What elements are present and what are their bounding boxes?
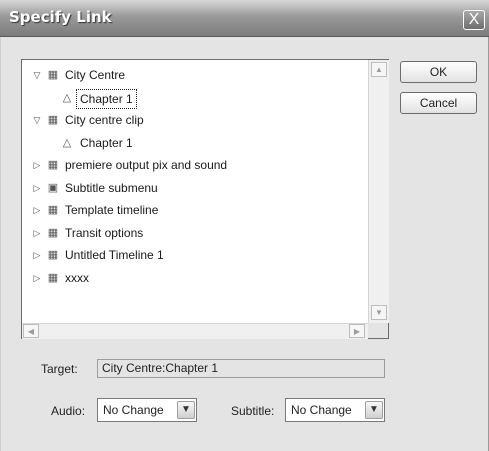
tree-item[interactable]: ▷ ▦ xxxx [22,268,362,288]
collapsed-triangle-icon[interactable]: ▷ [32,160,42,170]
audio-dropdown[interactable]: No Change ▼ [97,398,197,422]
tree-item[interactable]: ▽ ▦ City centre clip [22,110,362,130]
ok-button[interactable]: OK [400,61,477,83]
chapter-marker-icon: △ [62,136,72,149]
tree-child-item[interactable]: △ Chapter 1 [22,133,362,153]
tree-item[interactable]: ▷ ▦ Template timeline [22,200,362,220]
target-label: Target: [41,362,78,376]
tree-item[interactable]: ▷ ▦ Untitled Timeline 1 [22,245,362,265]
timeline-icon: ▦ [47,114,59,126]
collapsed-triangle-icon[interactable]: ▷ [32,183,42,193]
timeline-icon: ▦ [47,204,59,216]
scroll-down-arrow-icon[interactable]: ▼ [371,305,387,320]
timeline-icon: ▦ [47,69,59,81]
expanded-triangle-icon[interactable]: ▽ [32,70,42,80]
tree-item-label: Template timeline [65,203,159,217]
horizontal-scrollbar[interactable]: ◀ ▶ [22,323,368,339]
tree-item[interactable]: ▷ ▣ Subtitle submenu [22,178,362,198]
close-button[interactable]: X [463,10,485,30]
collapsed-triangle-icon[interactable]: ▷ [32,250,42,260]
tree-item-label: Chapter 1 [76,88,137,109]
tree-item-label: xxxx [65,270,89,285]
subtitle-dropdown[interactable]: No Change ▼ [285,398,385,422]
timeline-icon: ▦ [47,271,59,284]
tree-child-item[interactable]: △ Chapter 1 [22,88,362,109]
collapsed-triangle-icon[interactable]: ▷ [32,228,42,238]
target-field: City Centre:Chapter 1 [97,359,385,378]
tree-item-label: City centre clip [65,113,144,127]
tree-item-label: premiere output pix and sound [65,158,228,172]
chevron-down-icon[interactable]: ▼ [365,401,383,419]
collapsed-triangle-icon[interactable]: ▷ [32,205,42,215]
timeline-icon: ▦ [47,249,59,261]
cancel-button[interactable]: Cancel [400,92,477,114]
tree-item-label: Chapter 1 [80,135,133,150]
scroll-up-arrow-icon[interactable]: ▲ [371,62,387,77]
scroll-left-arrow-icon[interactable]: ◀ [23,324,39,338]
subtitle-dropdown-value: No Change [291,403,352,417]
audio-label: Audio: [51,404,86,418]
scrollbar-corner [368,323,388,338]
expanded-triangle-icon[interactable]: ▽ [32,115,42,125]
tree-item-label: Transit options [65,225,144,240]
title-bar: Specify Link X [0,0,489,37]
chevron-down-icon[interactable]: ▼ [177,401,195,419]
timeline-icon: ▦ [47,159,59,171]
tree-item[interactable]: ▷ ▦ Transit options [22,223,362,243]
dialog-title: Specify Link [9,8,112,26]
tree-list: ▽ ▦ City Centre △ Chapter 1 ▽ ▦ City centre cli… [22,60,368,323]
timeline-tree[interactable]: ▽ ▦ City Centre △ Chapter 1 ▽ ▦ City centre cli… [21,59,389,339]
audio-dropdown-value: No Change [103,403,164,417]
tree-item-label: Subtitle submenu [65,180,158,195]
vertical-scrollbar[interactable]: ▲ ▼ [368,60,389,323]
menu-icon: ▣ [47,181,59,194]
collapsed-triangle-icon[interactable]: ▷ [32,273,42,283]
tree-item[interactable]: ▽ ▦ City Centre [22,65,362,85]
chapter-marker-icon: △ [62,91,72,104]
scroll-right-arrow-icon[interactable]: ▶ [349,324,365,338]
tree-item-label: City Centre [65,68,126,82]
tree-item[interactable]: ▷ ▦ premiere output pix and sound [22,155,362,175]
tree-item-label: Untitled Timeline 1 [65,248,164,262]
timeline-icon: ▦ [47,226,59,239]
subtitle-label: Subtitle: [231,404,275,418]
